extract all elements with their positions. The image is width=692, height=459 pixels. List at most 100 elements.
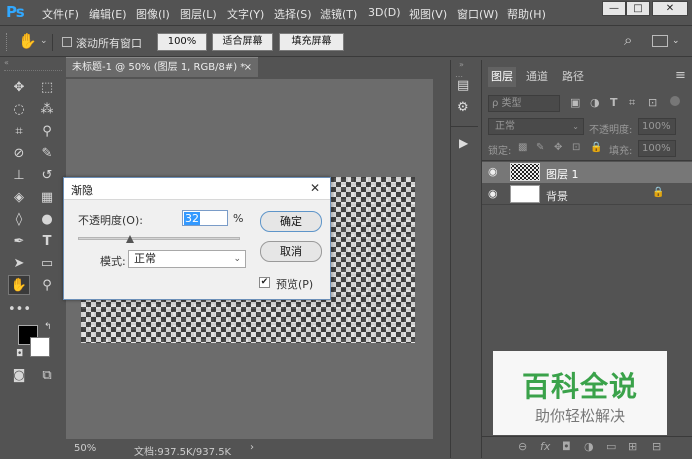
hand-tool-active-icon[interactable]: ✋ [8,275,30,295]
workspace-chevron-icon[interactable]: ⌄ [672,36,680,46]
add-mask-icon[interactable]: ◘ [562,440,571,453]
search-icon[interactable]: ⌕ [624,31,632,49]
history-panel-icon[interactable]: ▤ [457,78,469,93]
more-tools-icon[interactable]: ••• [8,300,31,320]
layer-row-layer1[interactable]: ◉ 图层 1 [482,162,692,183]
toolbar-collapse-icon[interactable]: « [4,58,62,67]
collapse-panels-icon[interactable]: » [459,60,464,69]
delete-layer-icon[interactable]: ⊟ [652,440,661,453]
scroll-all-checkbox[interactable] [62,37,72,47]
menu-image[interactable]: 图像(I) [136,6,170,22]
divider [52,34,53,51]
lock-pixels-icon[interactable]: ✎ [536,142,544,153]
history-brush-tool-icon[interactable]: ↺ [36,166,58,186]
visibility-eye-icon[interactable]: ◉ [488,187,498,200]
menu-3d[interactable]: 3D(D) [368,6,401,19]
lock-artboard-icon[interactable]: ⊡ [572,142,580,153]
opacity-slider-thumb[interactable] [125,235,134,243]
adjustment-layer-icon[interactable]: ◑ [584,440,594,453]
rectangle-tool-icon[interactable]: ▭ [36,254,58,274]
filter-toggle[interactable] [670,96,680,106]
restore-button[interactable]: □ [626,1,650,16]
dialog-ok-button[interactable]: 确定 [260,211,322,232]
filter-type-icon[interactable]: T [610,96,618,109]
marquee-tool-icon[interactable]: ⬚ [36,78,58,98]
dialog-close-icon[interactable]: ✕ [310,181,320,195]
screen-mode-icon[interactable]: ⧉ [36,366,58,386]
menu-layer[interactable]: 图层(L) [180,6,217,22]
filter-shape-icon[interactable]: ⌗ [629,96,635,110]
filter-adjust-icon[interactable]: ◑ [590,96,600,109]
fill-screen-button[interactable]: 填充屏幕 [279,33,344,51]
properties-panel-icon[interactable]: ⚙ [457,100,469,115]
dialog-titlebar[interactable]: 渐隐 ✕ [64,178,330,200]
fx-icon[interactable]: fx [540,440,550,453]
type-tool-icon[interactable]: T [36,232,58,252]
document-tab[interactable]: 未标题-1 @ 50% (图层 1, RGB/8#) * × [66,57,258,77]
menu-filter[interactable]: 滤镜(T) [320,6,357,22]
tool-preset-chevron-icon[interactable]: ⌄ [40,36,48,46]
close-window-button[interactable]: ✕ [652,1,688,16]
healing-brush-tool-icon[interactable]: ⊘ [8,144,30,164]
menu-help[interactable]: 帮助(H) [507,6,546,22]
brush-tool-icon[interactable]: ✎ [36,144,58,164]
magic-wand-tool-icon[interactable]: ⁂ [36,100,58,120]
dialog-mode-select[interactable]: 正常 ⌄ [128,250,246,268]
move-tool-icon[interactable]: ✥ [8,78,30,98]
status-zoom[interactable]: 50% [74,443,96,454]
dialog-opacity-input[interactable]: 32 [182,210,228,226]
menu-edit[interactable]: 编辑(E) [89,6,127,22]
dialog-opacity-value: 32 [184,212,200,225]
tab-paths[interactable]: 路径 [558,67,588,87]
menu-window[interactable]: 窗口(W) [457,6,498,22]
zoom-tool-icon[interactable]: ⚲ [36,276,58,296]
menu-type[interactable]: 文字(Y) [227,6,264,22]
dialog-cancel-button[interactable]: 取消 [260,241,322,262]
default-colors-icon[interactable]: ◘ [16,349,23,359]
layer-row-background[interactable]: ◉ 背景 🔒 [482,184,692,205]
tab-channels[interactable]: 通道 [522,67,552,87]
opacity-field[interactable]: 100% [638,118,676,135]
menu-select[interactable]: 选择(S) [274,6,312,22]
watermark-subtitle: 助你轻松解决 [534,407,625,425]
lock-all-icon[interactable]: 🔒 [590,142,602,153]
preview-label: 预览(P) [276,278,314,291]
path-selection-tool-icon[interactable]: ➤ [8,254,30,274]
menu-view[interactable]: 视图(V) [409,6,447,22]
lock-position-icon[interactable]: ✥ [554,142,562,153]
eraser-tool-icon[interactable]: ◈ [8,188,30,208]
blur-tool-icon[interactable]: ◊ [8,210,30,230]
workspace-icon[interactable] [652,35,668,47]
new-layer-icon[interactable]: ⊞ [628,440,637,453]
lasso-tool-icon[interactable]: ◌ [8,100,30,120]
new-group-icon[interactable]: ▭ [606,440,616,453]
fill-field[interactable]: 100% [638,140,676,157]
fit-screen-button[interactable]: 适合屏幕 [212,33,273,51]
crop-tool-icon[interactable]: ⌗ [8,122,30,142]
opacity-slider-track[interactable] [78,237,240,240]
filter-smart-icon[interactable]: ⊡ [648,96,657,109]
clone-stamp-tool-icon[interactable]: ⊥ [8,166,30,186]
tab-layers[interactable]: 图层 [488,67,516,87]
blend-mode-select[interactable]: 正常 ⌄ [488,118,584,135]
eyedropper-tool-icon[interactable]: ⚲ [36,122,58,142]
background-color-swatch[interactable] [30,337,50,357]
quick-mask-icon[interactable]: ◙ [8,366,30,386]
layer-filter-select[interactable]: ρ 类型 [488,95,560,112]
minimize-button[interactable]: — [602,1,626,16]
filter-pixel-icon[interactable]: ▣ [570,96,580,109]
link-layers-icon[interactable]: ⊖ [518,440,527,453]
visibility-eye-icon[interactable]: ◉ [488,165,498,178]
lock-transparent-icon[interactable]: ▩ [518,142,527,153]
status-menu-arrow-icon[interactable]: › [250,442,254,453]
pen-tool-icon[interactable]: ✒ [8,232,30,252]
document-close-icon[interactable]: × [244,58,252,77]
panel-menu-icon[interactable]: ≡ [675,68,686,83]
swap-colors-icon[interactable]: ↰ [44,322,52,332]
actions-play-icon[interactable]: ▶ [459,136,468,150]
dodge-tool-icon[interactable]: ● [36,210,58,230]
menu-file[interactable]: 文件(F) [42,6,79,22]
gradient-tool-icon[interactable]: ▦ [36,188,58,208]
zoom-100-button[interactable]: 100% [157,33,207,51]
preview-checkbox[interactable]: ✔ [259,277,270,288]
